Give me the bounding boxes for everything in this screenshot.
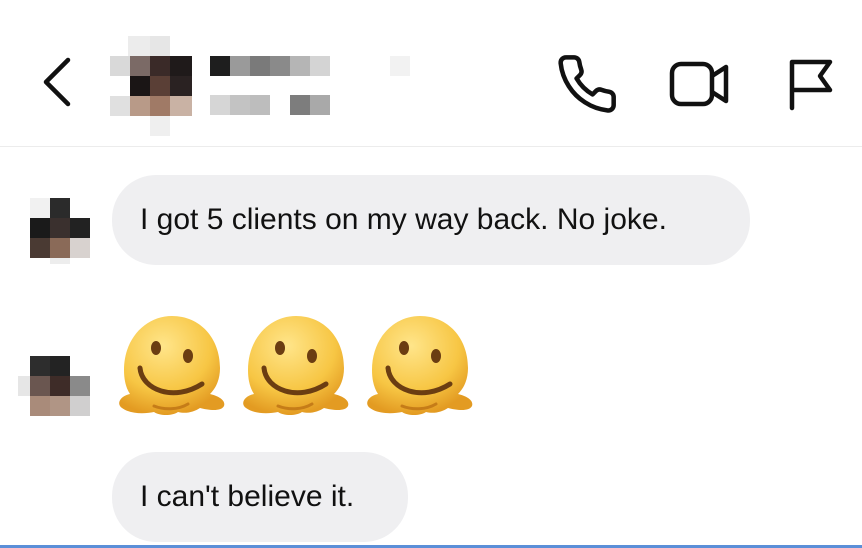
contact-avatar-small[interactable]	[30, 198, 92, 264]
contact-avatar[interactable]	[110, 36, 206, 136]
message-bubble[interactable]: I got 5 clients on my way back. No joke.	[112, 175, 750, 265]
voice-call-button[interactable]	[555, 52, 619, 116]
melting-face-emoji[interactable]	[362, 310, 478, 420]
video-camera-icon	[669, 61, 729, 107]
contact-avatar-small[interactable]	[18, 356, 90, 418]
contact-name[interactable]	[210, 56, 410, 78]
message-bubble[interactable]: I can't believe it.	[112, 452, 408, 542]
contact-status	[210, 95, 410, 117]
report-button[interactable]	[780, 52, 840, 116]
melting-face-emoji[interactable]	[238, 310, 354, 420]
back-button[interactable]	[30, 52, 86, 112]
phone-icon	[558, 55, 616, 113]
chat-header	[0, 0, 862, 147]
message-text: I got 5 clients on my way back. No joke.	[140, 203, 667, 236]
chevron-left-icon	[43, 57, 71, 107]
flag-icon	[789, 59, 833, 111]
video-call-button[interactable]	[664, 52, 734, 116]
message-text: I can't believe it.	[140, 480, 355, 513]
melting-face-emoji[interactable]	[114, 310, 230, 420]
